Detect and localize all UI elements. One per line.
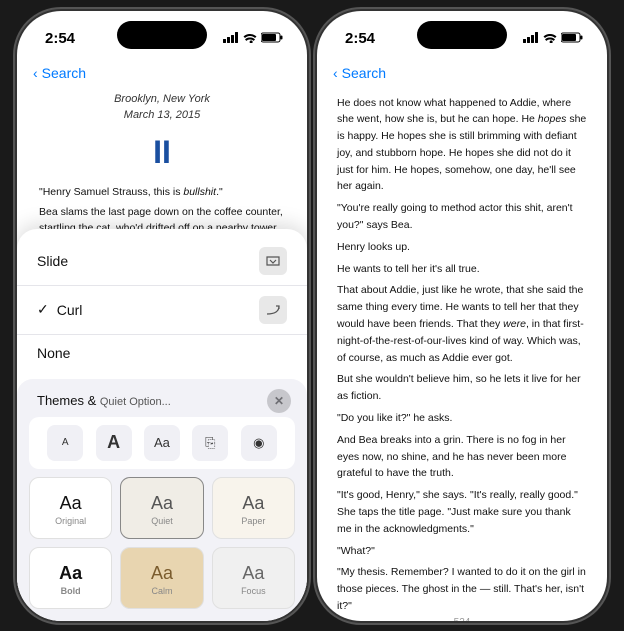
right-para-3: Henry looks up.: [337, 239, 587, 256]
close-button[interactable]: ✕: [267, 389, 291, 413]
book-location: Brooklyn, New YorkMarch 13, 2015: [39, 91, 285, 124]
status-icons-right: [523, 32, 583, 46]
copy-icon: ⎘: [205, 435, 215, 451]
nav-bar-left: ‹ Search: [17, 55, 307, 91]
theme-quiet[interactable]: Aa Quiet: [120, 477, 203, 539]
chevron-left-icon-right: ‹: [333, 65, 338, 81]
theme-focus-aa: Aa: [242, 563, 264, 584]
search-link-right[interactable]: Search: [342, 65, 386, 81]
right-para-1: He does not know what happened to Addie,…: [337, 95, 587, 196]
theme-bold-name: Bold: [61, 586, 81, 596]
chevron-left-icon: ‹: [33, 65, 38, 81]
copy-button[interactable]: ⎘: [192, 425, 228, 461]
none-label: None: [37, 345, 70, 361]
font-large-button[interactable]: A: [96, 425, 132, 461]
theme-paper-name: Paper: [241, 516, 265, 526]
search-link-left[interactable]: Search: [42, 65, 86, 81]
signal-icon: [223, 32, 239, 46]
theme-paper-aa: Aa: [242, 493, 264, 514]
right-para-9: "It's good, Henry," she says. "It's real…: [337, 487, 587, 537]
right-book-content: He does not know what happened to Addie,…: [317, 91, 607, 611]
theme-quiet-aa: Aa: [151, 493, 173, 514]
close-icon: ✕: [274, 394, 284, 408]
theme-calm-aa: Aa: [151, 563, 173, 584]
chapter-number: II: [39, 128, 285, 176]
check-icon: ✓: [37, 301, 49, 318]
theme-focus-name: Focus: [241, 586, 266, 596]
themes-header: Themes & Quiet Option... ✕: [17, 381, 307, 417]
right-para-7: "Do you like it?" he asks.: [337, 410, 587, 427]
right-phone: 2:54 ‹ Search He does not know: [317, 11, 607, 621]
eye-icon: ◉: [253, 435, 264, 451]
theme-quiet-name: Quiet: [151, 516, 173, 526]
slide-option-none[interactable]: None: [17, 335, 307, 371]
right-para-5: That about Addie, just like he wrote, th…: [337, 282, 587, 366]
themes-grid: Aa Original Aa Quiet Aa Paper Aa Bold: [17, 469, 307, 621]
right-para-2: "You're really going to method actor thi…: [337, 200, 587, 234]
right-para-8: And Bea breaks into a grin. There is no …: [337, 432, 587, 482]
theme-original[interactable]: Aa Original: [29, 477, 112, 539]
signal-icon-right: [523, 32, 539, 46]
back-button-right[interactable]: ‹ Search: [333, 65, 386, 81]
theme-original-aa: Aa: [60, 493, 82, 514]
time-right: 2:54: [345, 30, 375, 47]
large-a-icon: A: [107, 432, 120, 453]
battery-icon-right: [561, 32, 583, 46]
slide-option-slide[interactable]: Slide: [17, 237, 307, 285]
eye-button[interactable]: ◉: [241, 425, 277, 461]
time-left: 2:54: [45, 30, 75, 47]
font-small-button[interactable]: A: [47, 425, 83, 461]
slide-label: Slide: [37, 253, 68, 269]
slide-icon: [259, 247, 287, 275]
slide-panel: Slide ✓ Curl N: [17, 229, 307, 621]
dynamic-island-left: [117, 21, 207, 49]
curl-icon: [259, 296, 287, 324]
theme-paper[interactable]: Aa Paper: [212, 477, 295, 539]
dynamic-island-right: [417, 21, 507, 49]
theme-focus[interactable]: Aa Focus: [212, 547, 295, 609]
curl-label: Curl: [57, 302, 83, 318]
nav-bar-right: ‹ Search: [317, 55, 607, 91]
themes-label: Themes & Quiet Option...: [37, 393, 171, 408]
left-phone: 2:54 ‹ Search Brooklyn: [17, 11, 307, 621]
theme-bold[interactable]: Aa Bold: [29, 547, 112, 609]
theme-bold-aa: Aa: [59, 563, 82, 584]
status-icons-left: [223, 32, 283, 46]
slide-options: Slide ✓ Curl N: [17, 229, 307, 379]
back-button-left[interactable]: ‹ Search: [33, 65, 86, 81]
wifi-icon-right: [543, 32, 557, 46]
right-para-11: "My thesis. Remember? I wanted to do it …: [337, 564, 587, 610]
slide-option-curl[interactable]: ✓ Curl: [17, 285, 307, 335]
battery-icon: [261, 32, 283, 46]
right-para-6: But she wouldn't believe him, so he lets…: [337, 371, 587, 405]
font-controls-row: A A Aa ⎘ ◉: [29, 417, 295, 469]
theme-calm[interactable]: Aa Calm: [120, 547, 203, 609]
wifi-icon: [243, 32, 257, 46]
right-para-4: He wants to tell her it's all true.: [337, 261, 587, 278]
theme-original-name: Original: [55, 516, 86, 526]
theme-calm-name: Calm: [151, 586, 172, 596]
font-style-button[interactable]: Aa: [144, 425, 180, 461]
right-para-10: "What?": [337, 543, 587, 560]
page-number: 524: [317, 611, 607, 621]
small-a-icon: A: [62, 437, 69, 448]
font-icon: Aa: [154, 435, 170, 450]
